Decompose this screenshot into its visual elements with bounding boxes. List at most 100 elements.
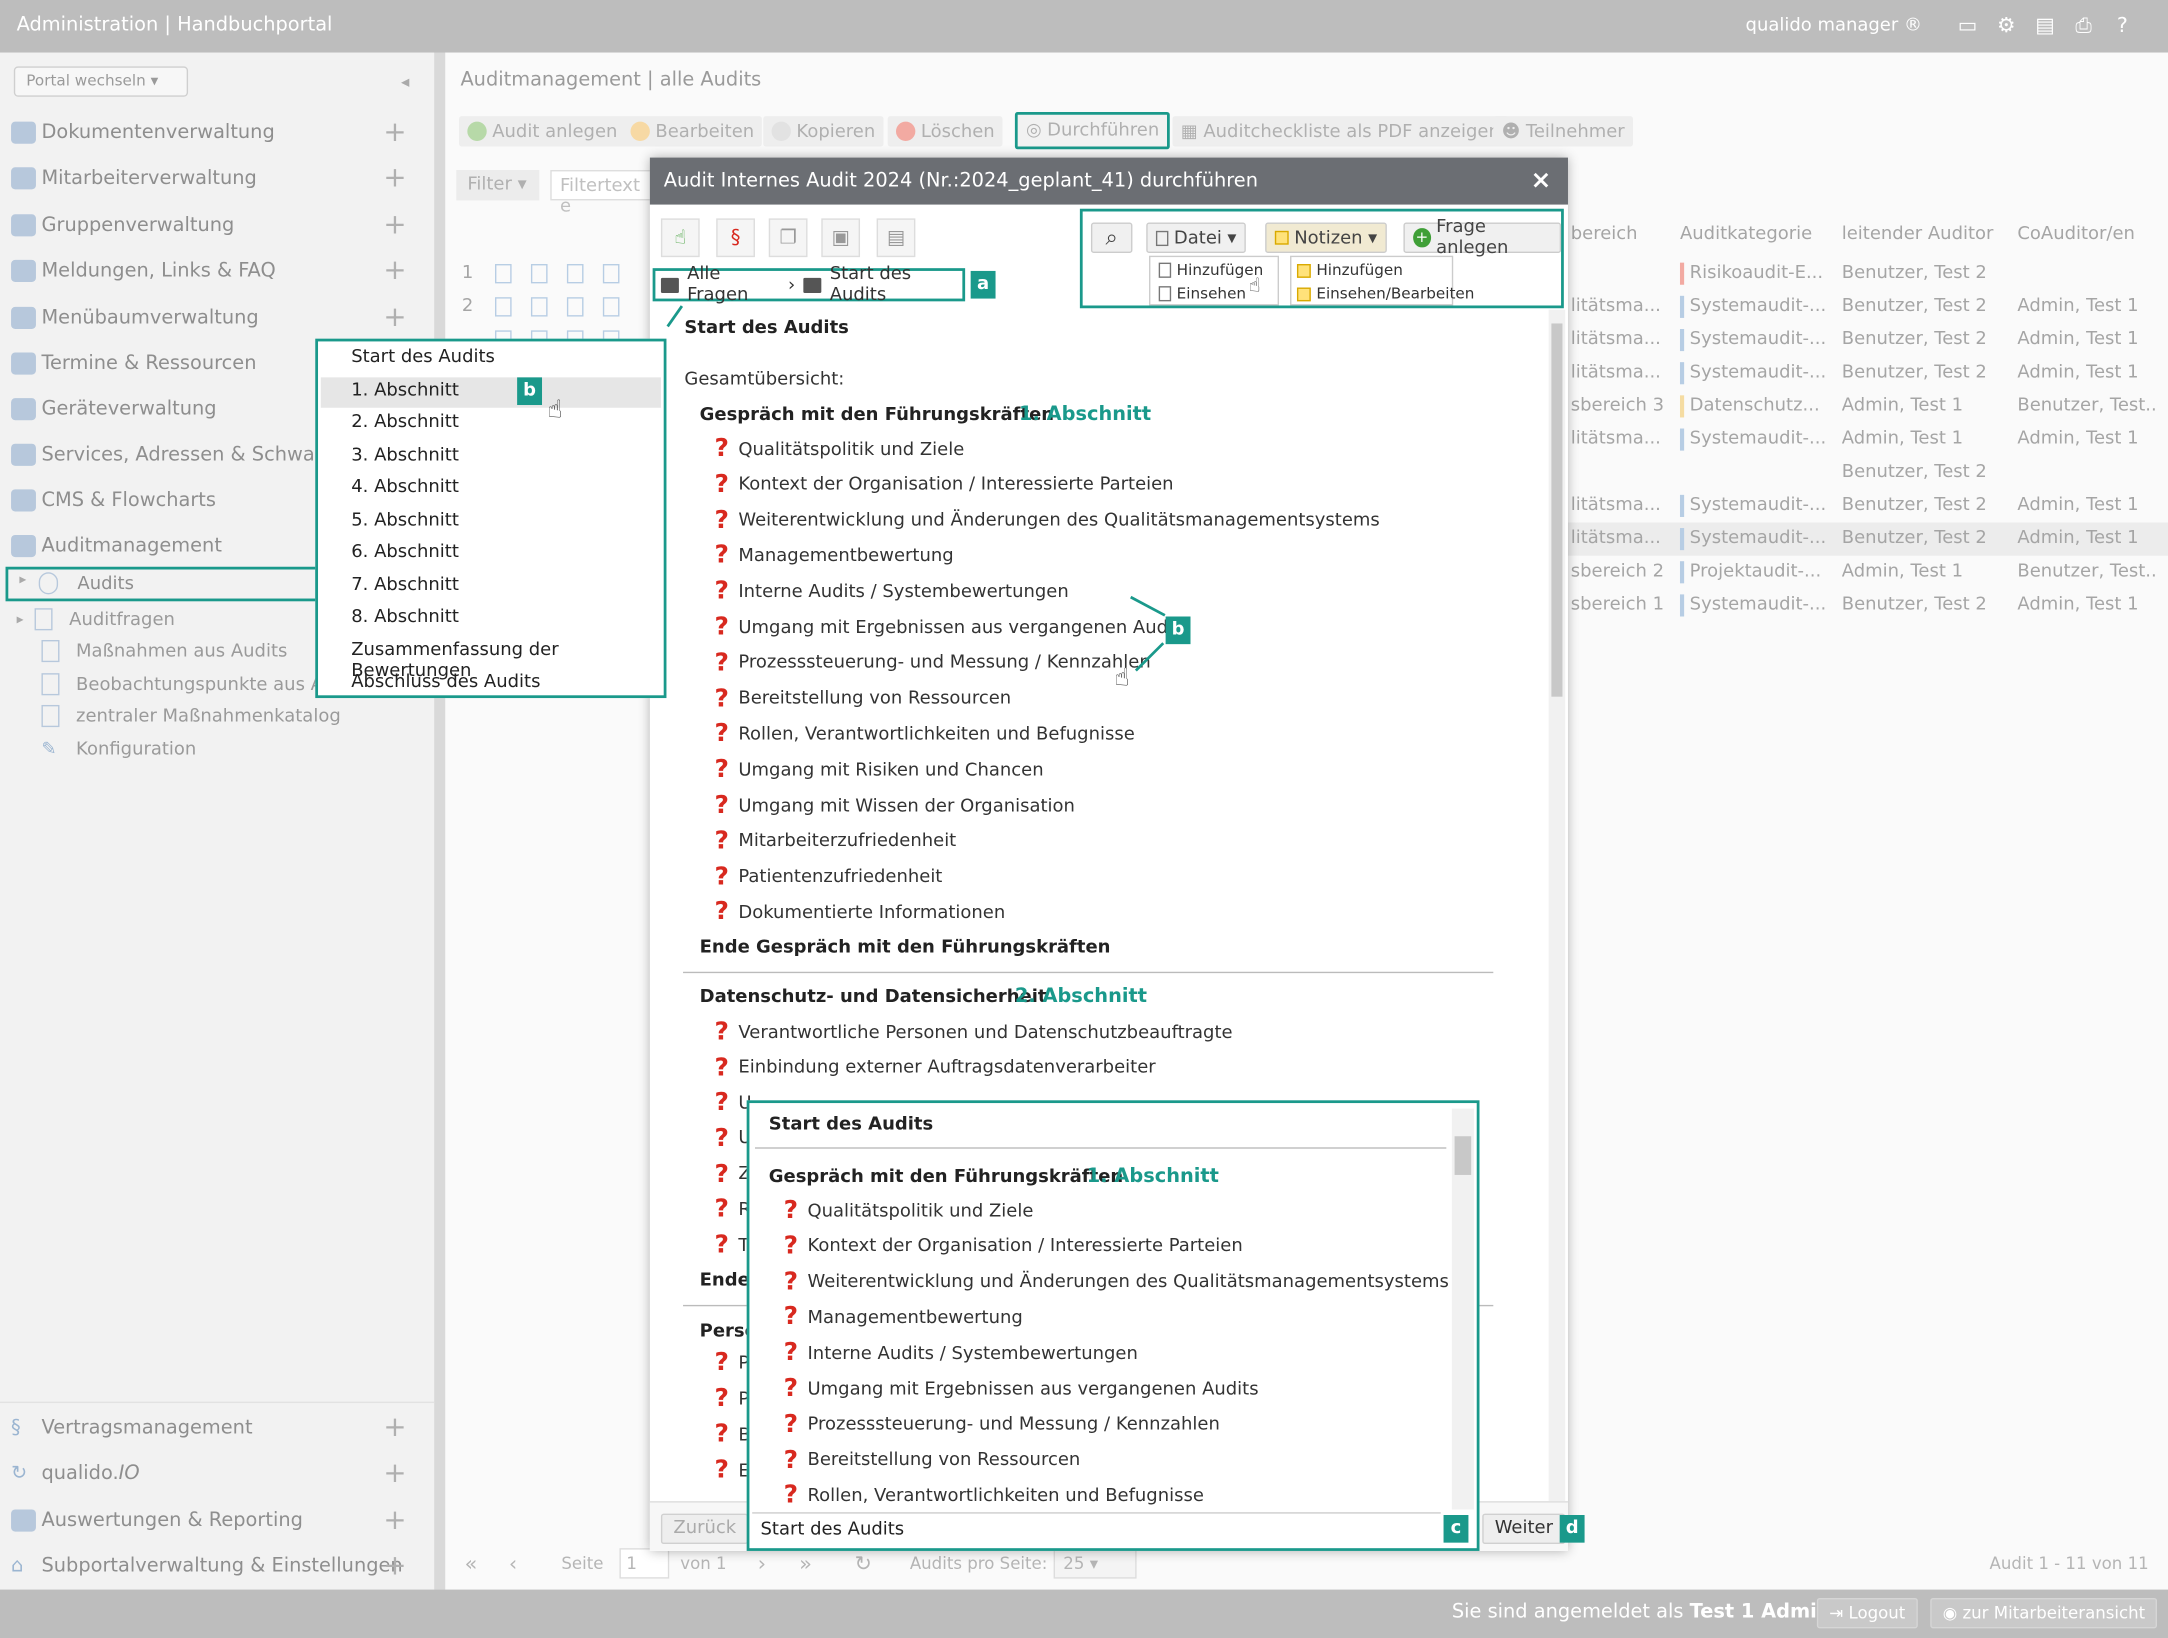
question-item[interactable]: ? Prozesssteuerung- und Messung / Kennzah… <box>713 650 1151 675</box>
notizen-einsehen[interactable]: Einsehen/Bearbeiten <box>1296 285 1474 303</box>
question-item[interactable]: ? R <box>713 1197 751 1222</box>
sidebar-item-vertrag[interactable]: § Vertragsmanagement + <box>11 1411 426 1444</box>
frage-anlegen-button[interactable]: + Frage anlegen <box>1403 217 1562 258</box>
help-icon[interactable]: ? <box>2110 12 2135 37</box>
question-item[interactable]: ? Patientenzufriedenheit <box>713 864 943 889</box>
filter-input[interactable]: Filtertext e <box>550 170 661 217</box>
sidebar-item-massnahmen[interactable]: Maßnahmen aus Audits <box>41 637 287 665</box>
search-button[interactable]: ⌕ <box>1090 222 1133 253</box>
question-item[interactable]: ? Umgang mit Ergebnissen aus vergangenen … <box>783 1376 1259 1401</box>
logout-button[interactable]: ⇥ Logout <box>1816 1597 1918 1629</box>
sidebar-item-katalog[interactable]: zentraler Maßnahmenkatalog <box>41 702 341 730</box>
question-item[interactable]: ? Einbindung externer Auftragsdatenverarb… <box>713 1055 1156 1080</box>
column-header[interactable]: bereich <box>1571 224 1638 245</box>
scrollbar[interactable] <box>1548 309 1566 1502</box>
question-item[interactable]: ? Managementbewertung <box>713 543 954 568</box>
question-item[interactable]: ? Qualitätspolitik und Ziele <box>783 1198 1034 1223</box>
last-page-icon[interactable]: » <box>799 1551 812 1576</box>
next-button[interactable]: Weiter <box>1482 1513 1566 1545</box>
plus-icon[interactable]: + <box>383 301 406 331</box>
document-icon[interactable] <box>530 264 548 284</box>
plus-icon[interactable]: + <box>383 1550 406 1580</box>
paragraph-icon[interactable]: § <box>716 218 755 258</box>
copy-icon[interactable]: ❐ <box>768 218 808 258</box>
network-icon[interactable]: ⚙ <box>1994 12 2019 37</box>
datei-einsehen[interactable]: Einsehen <box>1158 285 1246 303</box>
breadcrumb-start[interactable]: Start des Audits <box>830 264 963 305</box>
calendar-icon[interactable] <box>566 297 584 317</box>
hand-icon[interactable]: ☝ <box>660 218 700 258</box>
edit-icon[interactable] <box>495 264 512 284</box>
list-icon[interactable] <box>602 297 620 317</box>
question-item[interactable]: ? B <box>713 1422 751 1447</box>
section-select-list[interactable]: Start des Audits Gespräch mit den Führung… <box>754 1109 1452 1510</box>
datei-hinzufuegen[interactable]: Hinzufügen <box>1158 261 1263 279</box>
durchfuehren-button[interactable]: ◎ Durchführen <box>1014 111 1171 150</box>
sidebar-item-mitarbeiter[interactable]: Mitarbeiterverwaltung + <box>11 162 426 195</box>
plus-icon[interactable]: + <box>383 162 406 192</box>
question-item[interactable]: ? Interne Audits / Systembewertungen <box>713 579 1069 604</box>
column-header[interactable]: Auditkategorie <box>1680 224 1812 245</box>
question-item[interactable]: ? Bereitstellung von Ressourcen <box>783 1447 1081 1472</box>
question-item[interactable]: ? Z <box>713 1161 751 1186</box>
question-item[interactable]: ? P <box>713 1386 750 1411</box>
plus-icon[interactable]: + <box>383 1411 406 1441</box>
question-item[interactable]: ? Mitarbeiterzufriedenheit <box>713 828 957 853</box>
document-icon[interactable]: ▤ <box>2033 12 2058 37</box>
question-item[interactable]: ? Managementbewertung <box>783 1305 1023 1330</box>
keyboard-icon[interactable]: ▭ <box>1955 12 1980 37</box>
kopieren-button[interactable]: Kopieren <box>763 116 884 147</box>
collapse-icon[interactable]: ◂ <box>401 72 409 91</box>
question-item[interactable]: ? Kontext der Organisation / Interessiert… <box>713 472 1174 497</box>
question-item[interactable]: ? Verantwortliche Personen und Datenschut… <box>713 1019 1233 1044</box>
bearbeiten-button[interactable]: Bearbeiten <box>622 116 763 147</box>
question-item[interactable]: ? Weiterentwicklung und Änderungen des Qu… <box>783 1269 1449 1294</box>
sidebar-item-qualido[interactable]: ↻ qualido. IO + <box>11 1457 426 1490</box>
iso-icon[interactable]: ▣ <box>821 218 861 258</box>
question-item[interactable]: ? Dokumentierte Informationen <box>713 900 1006 925</box>
question-item[interactable]: ? Rollen, Verantwortlichkeiten und Befugn… <box>783 1483 1204 1508</box>
sidebar-item-subportal[interactable]: ⌂ Subportalverwaltung & Einstellungen + <box>11 1550 426 1583</box>
next-page-icon[interactable]: › <box>758 1551 766 1576</box>
sidebar-item-reporting[interactable]: Auswertungen & Reporting + <box>11 1504 426 1537</box>
section-menu-item[interactable]: Abschluss des Audits <box>351 672 540 693</box>
section-menu-item[interactable]: 2. Abschnitt <box>351 412 459 433</box>
question-item[interactable]: ? Interne Audits / Systembewertungen <box>783 1340 1138 1365</box>
portal-select[interactable]: Portal wechseln ▾ <box>13 66 189 97</box>
breadcrumb-all[interactable]: Alle Fragen <box>687 264 780 305</box>
question-item[interactable]: ? Umgang mit Ergebnissen aus vergangenen … <box>713 614 1190 639</box>
prev-page-icon[interactable]: ‹ <box>509 1551 517 1576</box>
scrollbar-thumb[interactable] <box>1454 1136 1472 1175</box>
plus-icon[interactable]: + <box>383 254 406 284</box>
sidebar-item-gruppen[interactable]: Gruppenverwaltung + <box>11 209 426 242</box>
sidebar-item-konfiguration[interactable]: ✎ Konfiguration <box>41 735 196 763</box>
sidebar-item-meldungen[interactable]: Meldungen, Links & FAQ + <box>11 254 426 287</box>
plus-icon[interactable]: + <box>383 1504 406 1534</box>
section-menu-item[interactable]: 3. Abschnitt <box>351 444 459 465</box>
column-header[interactable]: CoAuditor/en <box>2017 224 2135 245</box>
edit-icon[interactable] <box>495 297 512 317</box>
question-item[interactable]: ? Umgang mit Risiken und Chancen <box>713 757 1044 782</box>
plus-icon[interactable]: + <box>383 116 406 146</box>
question-item[interactable]: ? Weiterentwicklung und Änderungen des Qu… <box>713 507 1380 532</box>
list-icon[interactable] <box>602 264 620 284</box>
question-item[interactable]: ? Umgang mit Wissen der Organisation <box>713 793 1075 818</box>
page-size-select[interactable]: 25 ▾ <box>1053 1548 1137 1579</box>
question-item[interactable]: ? P <box>713 1350 750 1375</box>
section-menu-item[interactable]: Start des Audits <box>351 347 495 368</box>
scrollbar[interactable] <box>1451 1108 1474 1510</box>
section-menu-item[interactable]: 4. Abschnitt <box>351 477 459 498</box>
section-select-input[interactable]: Start des Audits <box>752 1512 1441 1546</box>
loeschen-button[interactable]: Löschen <box>887 116 1003 147</box>
section-menu-item[interactable]: 6. Abschnitt <box>351 542 459 563</box>
filter-select[interactable]: Filter ▾ <box>456 170 540 201</box>
datei-button[interactable]: Datei ▾ <box>1146 222 1247 253</box>
section-menu-item[interactable]: 8. Abschnitt <box>351 607 459 628</box>
sidebar-item-menuebaum[interactable]: Menübaumverwaltung + <box>11 301 426 334</box>
sidebar-item-audits[interactable]: ▸ Audits <box>5 566 319 602</box>
column-header[interactable]: leitender Auditor <box>1842 224 1994 245</box>
back-button[interactable]: Zurück <box>660 1513 749 1545</box>
page-input[interactable]: 1 <box>619 1548 670 1579</box>
document-list-icon[interactable]: ▤ <box>876 218 916 258</box>
notizen-hinzufuegen[interactable]: Hinzufügen <box>1296 261 1403 279</box>
